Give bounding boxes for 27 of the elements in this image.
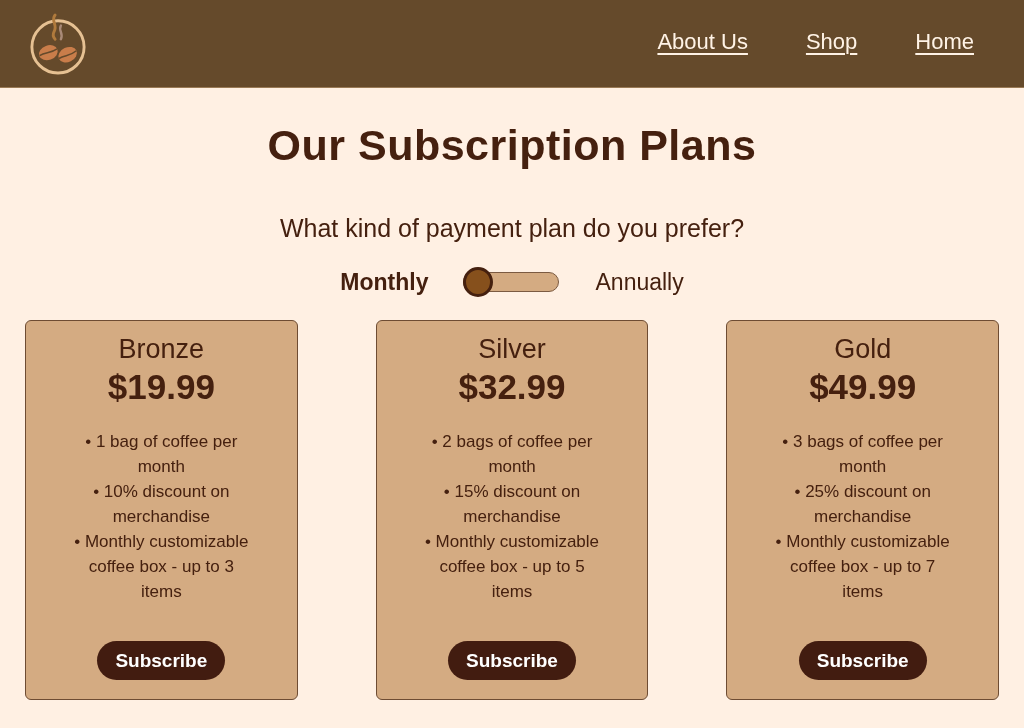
subscribe-button[interactable]: Subscribe (448, 641, 576, 680)
billing-option-label[interactable]: Monthly (328, 268, 429, 296)
plan-price: $49.99 (809, 367, 917, 407)
feature-text: • 15% discount on merchandise (442, 481, 582, 528)
plan-name: Bronze (118, 333, 205, 365)
coffee-logo-icon[interactable] (29, 11, 87, 76)
feature-text: • Monthly customizable coffee box - up to 5 items (423, 531, 601, 603)
page-title: Our Subscription Plans (267, 120, 757, 171)
subscribe-button[interactable]: Subscribe (97, 641, 226, 680)
nav-link[interactable]: Home (915, 28, 974, 55)
feature-text: • 2 bags of coffee per month (430, 431, 594, 478)
plan-price: $19.99 (107, 367, 215, 407)
feature-text: • 1 bag of coffee per month (84, 431, 239, 478)
plan-name: Silver (478, 333, 546, 365)
nav-link[interactable]: Shop (805, 28, 858, 55)
feature-text: • 25% discount on merchandise (793, 481, 932, 528)
billing-option-label[interactable]: Annually (595, 268, 696, 296)
question-text: What kind of payment plan do you prefer? (279, 213, 745, 243)
toggle-knob[interactable] (462, 267, 493, 297)
subscribe-button[interactable]: Subscribe (798, 641, 927, 680)
feature-text: • 3 bags of coffee per month (781, 431, 944, 478)
feature-text: • Monthly customizable coffee box - up to 3 items (73, 531, 250, 603)
plan-name: Gold (834, 333, 892, 365)
plan-price: $32.99 (458, 367, 566, 407)
nav-link[interactable]: About Us (657, 28, 748, 55)
feature-text: • Monthly customizable coffee box - up to 7 items (774, 531, 951, 603)
feature-text: • 10% discount on merchandise (92, 481, 231, 528)
